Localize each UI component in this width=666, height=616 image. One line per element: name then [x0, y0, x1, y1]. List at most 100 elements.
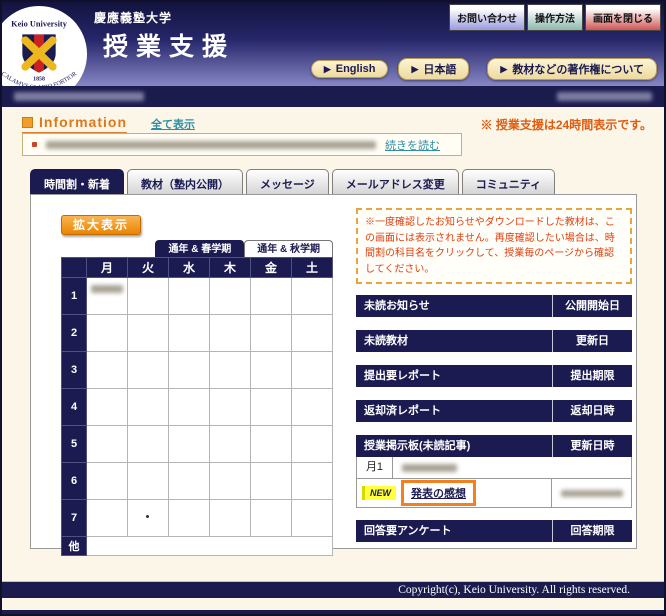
- section-label: 授業掲示板(未読記事): [356, 435, 552, 457]
- section-date-col: 更新日時: [552, 435, 632, 457]
- arrow-icon: ▶: [324, 64, 331, 75]
- timetable-corner: [62, 258, 87, 278]
- term-tab-spring[interactable]: 通年 & 春学期: [155, 240, 244, 257]
- bottom-border-strip: [2, 610, 664, 614]
- timetable-cell: [251, 389, 292, 426]
- day-header-tue: 火: [128, 258, 169, 278]
- timetable-cell: [87, 463, 128, 500]
- highlight-box: 発表の感想: [401, 480, 476, 506]
- redacted-datetime: [557, 92, 652, 101]
- period-label-other: 他: [62, 537, 87, 556]
- timetable-cell: [87, 500, 128, 537]
- tab-community[interactable]: コミュニティ: [462, 169, 555, 194]
- header: Keio University 1858 CALAMVS GLADIO FORT…: [2, 2, 664, 86]
- always-on-notice: ※ 授業支援は24時間表示です。: [481, 116, 652, 133]
- information-heading: Information: [39, 114, 127, 130]
- section-unread-announcements: 未読お知らせ 公開開始日: [356, 295, 632, 317]
- timetable-cell: [87, 352, 128, 389]
- redacted-board-date: [561, 490, 623, 497]
- english-button[interactable]: ▶ English: [311, 60, 389, 78]
- page-body: Information 全て表示 ※ 授業支援は24時間表示です。 続きを読む …: [2, 107, 664, 581]
- redacted-course-link[interactable]: [91, 285, 123, 293]
- period-label-4: 4: [62, 389, 87, 426]
- timetable-cell: [169, 389, 210, 426]
- information-row: Information 全て表示: [22, 114, 195, 133]
- tab-materials[interactable]: 教材（塾内公開）: [127, 169, 243, 194]
- materials-copyright-button[interactable]: ▶ 教材などの著作権について: [487, 58, 657, 80]
- section-unread-materials: 未読教材 更新日: [356, 330, 632, 352]
- period-label-1: 1: [62, 278, 87, 315]
- tab-messages[interactable]: メッセージ: [246, 169, 329, 194]
- day-header-thu: 木: [210, 258, 251, 278]
- information-box: 続きを読む: [22, 133, 462, 156]
- arrow-icon: ▶: [500, 64, 507, 75]
- timetable-cell: [251, 463, 292, 500]
- timetable-cell: [210, 389, 251, 426]
- board-entry-link[interactable]: 発表の感想: [411, 488, 466, 500]
- main-tabs: 時間割・新着 教材（塾内公開） メッセージ メールアドレス変更 コミュニティ: [30, 169, 555, 194]
- section-date-col: 返却日時: [552, 400, 632, 422]
- timetable-cell: [128, 426, 169, 463]
- timetable-cell: [210, 500, 251, 537]
- footer-copyright: Copyright(c), Keio University. All right…: [2, 581, 664, 598]
- timetable-cell: [292, 389, 333, 426]
- howto-button[interactable]: 操作方法: [527, 4, 583, 31]
- timetable-cell: [169, 315, 210, 352]
- logo-university-name: Keio University: [11, 20, 68, 29]
- redacted-board-course[interactable]: [402, 464, 457, 472]
- section-date-col: 公開開始日: [552, 295, 632, 317]
- period-label-7: 7: [62, 500, 87, 537]
- timetable-cell: [210, 352, 251, 389]
- timetable-cell: [210, 463, 251, 500]
- timetable-cell: [169, 463, 210, 500]
- timetable-cell: [210, 315, 251, 352]
- board-course-row: 月1: [356, 457, 632, 479]
- term-tab-fall[interactable]: 通年 & 秋学期: [244, 240, 333, 257]
- timetable-cell: [128, 278, 169, 315]
- day-header-wed: 水: [169, 258, 210, 278]
- day-header-fri: 金: [251, 258, 292, 278]
- timetable-cell: [210, 278, 251, 315]
- timetable-cell: [292, 500, 333, 537]
- show-all-link[interactable]: 全て表示: [151, 116, 195, 132]
- english-button-label: English: [336, 63, 376, 75]
- timetable-cell: [169, 500, 210, 537]
- tab-timetable-new[interactable]: 時間割・新着: [30, 169, 124, 194]
- timetable-other-cell: [87, 537, 333, 556]
- language-row: ▶ English ▶ 日本語 ▶ 教材などの著作権について: [2, 58, 657, 80]
- section-returned-reports: 返却済レポート 返却日時: [356, 400, 632, 422]
- japanese-button[interactable]: ▶ 日本語: [398, 58, 469, 80]
- timetable-cell: [251, 352, 292, 389]
- reconfirm-notice: ※一度確認したお知らせやダウンロードした教材は、この画面には表示されません。再度…: [356, 208, 632, 284]
- read-more-link[interactable]: 続きを読む: [385, 137, 440, 153]
- section-label: 返却済レポート: [356, 400, 552, 422]
- period-label-2: 2: [62, 315, 87, 352]
- close-screen-button[interactable]: 画面を閉じる: [585, 4, 661, 31]
- new-badge: NEW: [362, 486, 396, 500]
- user-bar: [2, 86, 664, 107]
- timetable-cell: [128, 463, 169, 500]
- japanese-button-label: 日本語: [423, 61, 456, 77]
- redacted-announcement-text: [46, 141, 376, 149]
- timetable-cell: [128, 315, 169, 352]
- expand-view-button[interactable]: 拡大表示: [61, 215, 141, 235]
- timetable-cell: [292, 352, 333, 389]
- section-date-col: 提出期限: [552, 365, 632, 387]
- section-reports-due: 提出要レポート 提出期限: [356, 365, 632, 387]
- timetable-cell: [128, 389, 169, 426]
- tab-email-change[interactable]: メールアドレス変更: [332, 169, 459, 194]
- materials-copyright-label: 教材などの著作権について: [512, 61, 644, 77]
- section-date-col: 更新日: [552, 330, 632, 352]
- contact-button[interactable]: お問い合わせ: [449, 4, 525, 31]
- redacted-user-info: [14, 92, 144, 101]
- timetable-cell: [292, 278, 333, 315]
- arrow-icon: ▶: [411, 64, 418, 75]
- university-name-jp: 慶應義塾大学: [94, 9, 172, 26]
- period-label-5: 5: [62, 426, 87, 463]
- timetable-cell: [251, 426, 292, 463]
- timetable-cell: [87, 426, 128, 463]
- timetable-cell: [210, 426, 251, 463]
- timetable-cell: [169, 426, 210, 463]
- timetable-cell: [87, 389, 128, 426]
- timetable-cell: [292, 463, 333, 500]
